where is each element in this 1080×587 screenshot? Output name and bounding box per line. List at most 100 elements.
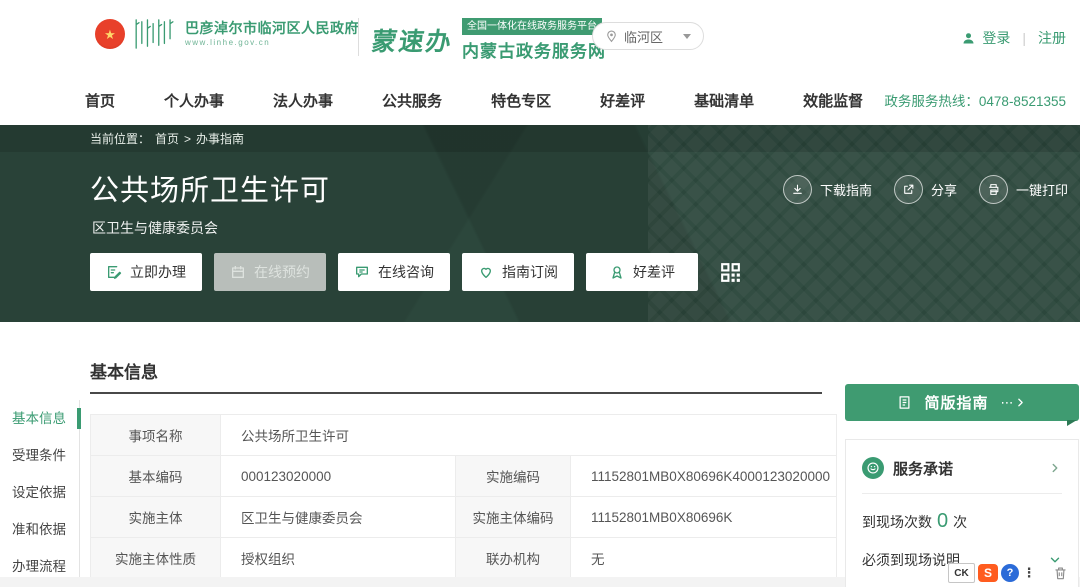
site-logo[interactable]: ★ 巴彦淖尔市临河区人民政府 www.linhe.gov.cn [95, 18, 359, 50]
page-title: 公共场所卫生许可 [90, 167, 330, 209]
qr-code-icon [718, 260, 743, 285]
more-options-button[interactable]: ⋮ [1022, 564, 1036, 582]
download-icon [791, 183, 804, 196]
row-value: 11152801MB0X80696K [571, 497, 836, 537]
platform-logo: 全国一体化在线政务服务平台 内蒙古政务服务网 [462, 18, 606, 62]
user-icon [961, 31, 976, 46]
print-label: 一键打印 [1016, 180, 1068, 199]
side-nav-basis[interactable]: 设定依据 [0, 474, 79, 511]
extension-s-button[interactable]: S [978, 564, 998, 582]
location-value: 临河区 [624, 27, 663, 46]
row-label: 实施主体 [91, 497, 221, 537]
browser-extension-toolbar: CK S ? ⋮ [948, 563, 1068, 583]
location-selector[interactable]: 临河区 [592, 22, 704, 50]
help-question-button[interactable]: ? [1001, 564, 1019, 582]
share-button[interactable]: 分享 [894, 175, 957, 204]
nav-item-legal[interactable]: 法人办事 [273, 90, 333, 111]
document-icon [897, 395, 912, 410]
register-link[interactable]: 注册 [1038, 28, 1066, 48]
gov-site-name: 巴彦淖尔市临河区人民政府 [185, 20, 359, 36]
nav-item-public-service[interactable]: 公共服务 [382, 90, 442, 111]
table-row: 事项名称 公共场所卫生许可 [91, 415, 836, 456]
apply-now-button[interactable]: 立即办理 [90, 253, 202, 291]
breadcrumb-current: 办事指南 [196, 130, 244, 147]
print-button[interactable]: 一键打印 [979, 175, 1068, 204]
nav-item-review[interactable]: 好差评 [600, 90, 645, 111]
simple-guide-label: 简版指南 [924, 392, 988, 413]
chevron-right-icon [1048, 461, 1062, 475]
trash-button[interactable] [1053, 565, 1068, 581]
online-consult-label: 在线咨询 [378, 262, 434, 282]
section-underline [90, 392, 822, 394]
side-nav-standards[interactable]: 准和依据 [0, 511, 79, 548]
national-emblem-icon: ★ [95, 19, 125, 49]
side-nav-basic-info[interactable]: 基本信息 [0, 400, 79, 437]
row-label: 实施主体性质 [91, 538, 221, 578]
auth-separator: | [1022, 30, 1026, 46]
row-label: 实施编码 [456, 456, 571, 496]
visits-count: 0 [937, 510, 948, 533]
header-divider [358, 18, 359, 56]
edit-icon [106, 264, 122, 280]
main-nav: 首页 个人办事 法人办事 公共服务 特色专区 好差评 基础清单 效能监督 政务服… [0, 75, 1080, 125]
row-value: 区卫生与健康委员会 [221, 497, 456, 537]
platform-badge: 全国一体化在线政务服务平台 [462, 18, 602, 35]
online-appointment-button[interactable]: 在线预约 [214, 253, 326, 291]
row-label: 事项名称 [91, 415, 221, 455]
visits-unit: 次 [953, 512, 967, 532]
download-guide-label: 下载指南 [820, 180, 872, 199]
mongolian-script-icon [132, 18, 178, 50]
row-value: 000123020000 [221, 456, 456, 496]
chat-icon [354, 264, 370, 280]
promise-badge-icon [862, 457, 884, 479]
hero-tools: 下载指南 分享 一键打印 [783, 175, 1068, 204]
row-label: 联办机构 [456, 538, 571, 578]
service-promise-label: 服务承诺 [893, 458, 1039, 479]
qr-code-button[interactable] [718, 260, 743, 285]
heart-icon [478, 264, 494, 280]
breadcrumb: 当前位置： 首页 > 办事指南 [0, 125, 1080, 152]
download-guide-button[interactable]: 下载指南 [783, 175, 872, 204]
online-appointment-label: 在线预约 [254, 262, 310, 282]
guide-arrow-dots: ⋯ [1001, 395, 1014, 411]
visits-label: 到现场次数 [862, 512, 932, 532]
location-pin-icon [605, 30, 618, 43]
service-hotline: 政务服务热线：0478-8521355 [884, 90, 1066, 110]
nav-item-special-zone[interactable]: 特色专区 [491, 90, 551, 111]
medal-icon [609, 264, 625, 280]
nav-item-home[interactable]: 首页 [85, 90, 115, 111]
share-icon [902, 183, 915, 196]
print-icon [987, 183, 1000, 196]
simple-guide-button[interactable]: 简版指南 ⋯ [845, 384, 1079, 421]
breadcrumb-separator: > [184, 132, 191, 146]
guide-subscribe-label: 指南订阅 [502, 262, 558, 282]
guide-subscribe-button[interactable]: 指南订阅 [462, 253, 574, 291]
card-divider [862, 493, 1062, 494]
apply-now-label: 立即办理 [130, 262, 186, 282]
nav-item-supervision[interactable]: 效能监督 [803, 90, 863, 111]
row-value: 11152801MB0X80696K4000123020000 [571, 456, 836, 496]
department-name: 区卫生与健康委员会 [92, 218, 218, 238]
platform-name: 内蒙古政务服务网 [462, 37, 606, 62]
extension-ck-button[interactable]: CK [948, 563, 975, 583]
breadcrumb-prefix: 当前位置： [90, 130, 150, 147]
row-label: 基本编码 [91, 456, 221, 496]
auth-links: 登录 | 注册 [961, 28, 1066, 48]
calendar-icon [230, 264, 246, 280]
login-link[interactable]: 登录 [982, 28, 1010, 48]
nav-item-personal[interactable]: 个人办事 [164, 90, 224, 111]
service-promise-header[interactable]: 服务承诺 [862, 440, 1062, 479]
hero-banner: 当前位置： 首页 > 办事指南 公共场所卫生许可 区卫生与健康委员会 下载指南 … [0, 125, 1080, 322]
table-row: 实施主体性质 授权组织 联办机构 无 [91, 538, 836, 579]
caret-down-icon [683, 34, 691, 39]
table-row: 基本编码 000123020000 实施编码 11152801MB0X80696… [91, 456, 836, 497]
nav-item-basic-list[interactable]: 基础清单 [694, 90, 754, 111]
breadcrumb-home[interactable]: 首页 [155, 130, 179, 147]
share-label: 分享 [931, 180, 957, 199]
row-value: 公共场所卫生许可 [221, 415, 836, 455]
rating-button[interactable]: 好差评 [586, 253, 698, 291]
online-consult-button[interactable]: 在线咨询 [338, 253, 450, 291]
rating-label: 好差评 [633, 262, 675, 282]
side-nav-acceptance[interactable]: 受理条件 [0, 437, 79, 474]
hero-action-buttons: 立即办理 在线预约 在线咨询 指南订阅 好差评 [90, 253, 743, 291]
